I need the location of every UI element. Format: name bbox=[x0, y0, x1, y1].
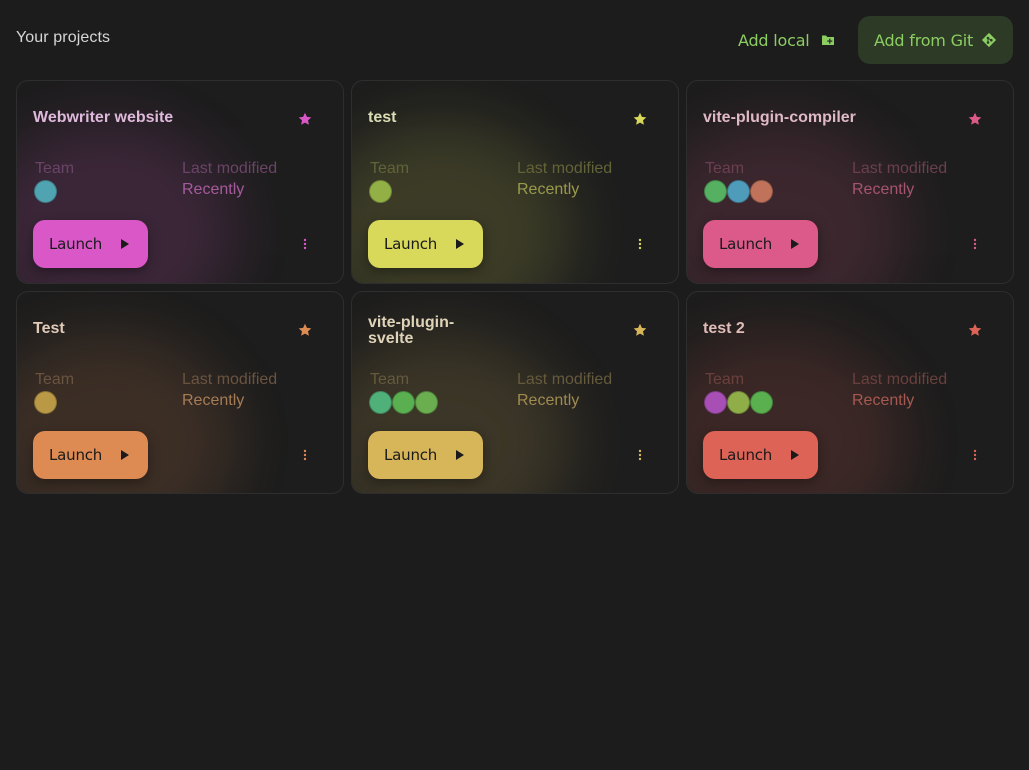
last-modified-label: Last modified bbox=[517, 371, 613, 388]
play-icon bbox=[456, 239, 464, 249]
team-avatars bbox=[34, 180, 57, 203]
project-title: Test bbox=[33, 320, 65, 337]
launch-label: Launch bbox=[719, 235, 773, 253]
project-card: vite-plugin- svelte Team Last modified R… bbox=[351, 291, 679, 494]
avatar bbox=[750, 391, 773, 414]
add-local-button[interactable]: Add local bbox=[728, 16, 846, 64]
team-label: Team bbox=[370, 160, 410, 177]
play-icon bbox=[791, 239, 799, 249]
project-card: test Team Last modified Recently Launch bbox=[351, 80, 679, 284]
project-title: vite-plugin-compiler bbox=[703, 109, 856, 126]
avatar bbox=[727, 180, 750, 203]
avatar bbox=[369, 180, 392, 203]
launch-label: Launch bbox=[49, 446, 103, 464]
more-vertical-icon bbox=[303, 449, 307, 461]
team-avatars bbox=[369, 180, 392, 203]
avatar bbox=[34, 391, 57, 414]
more-options-button[interactable] bbox=[632, 442, 648, 468]
team-avatars bbox=[704, 180, 773, 203]
last-modified-label: Last modified bbox=[517, 160, 613, 177]
star-icon[interactable] bbox=[968, 112, 982, 126]
avatar bbox=[369, 391, 392, 414]
more-options-button[interactable] bbox=[297, 231, 313, 257]
last-modified-value: Recently bbox=[517, 181, 580, 198]
launch-button[interactable]: Launch bbox=[703, 431, 818, 479]
project-card: vite-plugin-compiler Team Last modified … bbox=[686, 80, 1014, 284]
play-icon bbox=[121, 450, 129, 460]
avatar bbox=[392, 391, 415, 414]
last-modified-value: Recently bbox=[517, 392, 580, 409]
play-icon bbox=[121, 239, 129, 249]
play-icon bbox=[791, 450, 799, 460]
more-options-button[interactable] bbox=[297, 442, 313, 468]
team-label: Team bbox=[35, 371, 75, 388]
last-modified-value: Recently bbox=[852, 181, 915, 198]
project-title: vite-plugin- svelte bbox=[368, 314, 455, 347]
more-options-button[interactable] bbox=[632, 231, 648, 257]
launch-button[interactable]: Launch bbox=[33, 431, 148, 479]
launch-label: Launch bbox=[384, 235, 438, 253]
project-title: test 2 bbox=[703, 320, 745, 337]
page-title: Your projects bbox=[16, 29, 111, 46]
folder-plus-icon bbox=[820, 32, 836, 48]
team-label: Team bbox=[35, 160, 75, 177]
team-avatars bbox=[704, 391, 773, 414]
launch-label: Launch bbox=[384, 446, 438, 464]
more-options-button[interactable] bbox=[967, 442, 983, 468]
team-label: Team bbox=[705, 160, 745, 177]
launch-button[interactable]: Launch bbox=[368, 220, 483, 268]
avatar bbox=[415, 391, 438, 414]
last-modified-label: Last modified bbox=[852, 371, 948, 388]
more-vertical-icon bbox=[973, 238, 977, 250]
last-modified-value: Recently bbox=[182, 181, 245, 198]
project-card: Webwriter website Team Last modified Rec… bbox=[16, 80, 344, 284]
add-local-label: Add local bbox=[738, 30, 810, 50]
star-icon[interactable] bbox=[968, 323, 982, 337]
more-vertical-icon bbox=[638, 449, 642, 461]
git-icon bbox=[981, 32, 997, 48]
avatar bbox=[704, 180, 727, 203]
team-avatars bbox=[369, 391, 438, 414]
add-from-git-button[interactable]: Add from Git bbox=[858, 16, 1013, 64]
last-modified-label: Last modified bbox=[182, 371, 278, 388]
team-avatars bbox=[34, 391, 57, 414]
launch-label: Launch bbox=[719, 446, 773, 464]
play-icon bbox=[456, 450, 464, 460]
project-title: Webwriter website bbox=[33, 109, 174, 126]
more-vertical-icon bbox=[973, 449, 977, 461]
avatar bbox=[750, 180, 773, 203]
last-modified-label: Last modified bbox=[182, 160, 278, 177]
avatar bbox=[727, 391, 750, 414]
star-icon[interactable] bbox=[298, 323, 312, 337]
more-options-button[interactable] bbox=[967, 231, 983, 257]
launch-label: Launch bbox=[49, 235, 103, 253]
team-label: Team bbox=[370, 371, 410, 388]
team-label: Team bbox=[705, 371, 745, 388]
project-title: test bbox=[368, 109, 397, 126]
app: Your projects Add local Add from Git Web… bbox=[0, 0, 1029, 770]
project-card: test 2 Team Last modified Recently Launc… bbox=[686, 291, 1014, 494]
more-vertical-icon bbox=[303, 238, 307, 250]
project-card: Test Team Last modified Recently Launch bbox=[16, 291, 344, 494]
launch-button[interactable]: Launch bbox=[368, 431, 483, 479]
more-vertical-icon bbox=[638, 238, 642, 250]
avatar bbox=[34, 180, 57, 203]
star-icon[interactable] bbox=[633, 112, 647, 126]
launch-button[interactable]: Launch bbox=[33, 220, 148, 268]
launch-button[interactable]: Launch bbox=[703, 220, 818, 268]
avatar bbox=[704, 391, 727, 414]
projects-grid: Webwriter website Team Last modified Rec… bbox=[16, 80, 1014, 494]
star-icon[interactable] bbox=[298, 112, 312, 126]
star-icon[interactable] bbox=[633, 323, 647, 337]
last-modified-value: Recently bbox=[182, 392, 245, 409]
add-from-git-label: Add from Git bbox=[874, 30, 974, 50]
last-modified-value: Recently bbox=[852, 392, 915, 409]
last-modified-label: Last modified bbox=[852, 160, 948, 177]
